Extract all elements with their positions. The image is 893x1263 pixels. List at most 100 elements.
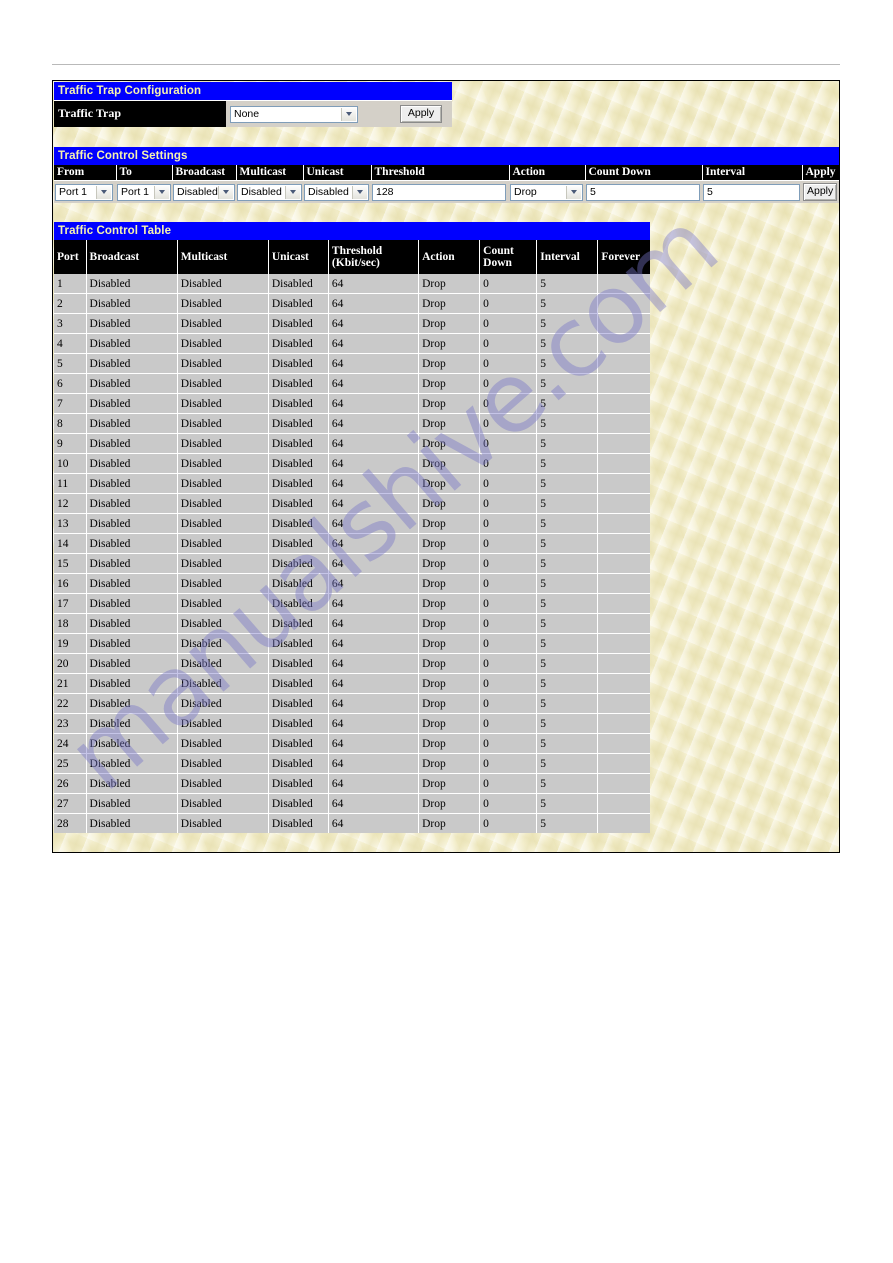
action-value: Drop — [514, 185, 537, 198]
cell-unicast: Disabled — [268, 533, 329, 554]
cell-interval: 5 — [536, 693, 599, 714]
th-threshold: Threshold (Kbit/sec) — [328, 240, 420, 274]
cell-broadcast: Disabled — [86, 453, 178, 474]
cell-unicast: Disabled — [268, 753, 329, 774]
cell-action: Drop — [418, 813, 481, 833]
settings-header-broadcast: Broadcast — [172, 165, 237, 181]
table-row: 20 Disabled Disabled Disabled 64 Drop 0 5 — [54, 653, 650, 674]
broadcast-select[interactable]: Disabled — [173, 183, 235, 201]
settings-apply-button[interactable]: Apply — [803, 183, 838, 202]
chevron-down-icon[interactable] — [341, 107, 356, 121]
cell-multicast: Disabled — [177, 553, 269, 574]
cell-interval: 5 — [536, 813, 599, 833]
cell-broadcast: Disabled — [86, 733, 178, 754]
settings-header-from: From — [54, 165, 117, 181]
cell-broadcast: Disabled — [86, 553, 178, 574]
cell-threshold: 64 — [328, 274, 420, 294]
cell-interval: 5 — [536, 713, 599, 734]
cell-interval: 5 — [536, 773, 599, 794]
chevron-down-icon[interactable] — [285, 185, 300, 199]
cell-action: Drop — [418, 413, 481, 434]
table-row: 19 Disabled Disabled Disabled 64 Drop 0 5 — [54, 633, 650, 654]
cell-port: 22 — [54, 693, 87, 714]
from-port-select[interactable]: Port 1 — [55, 183, 113, 201]
to-port-select[interactable]: Port 1 — [117, 183, 171, 201]
interval-input[interactable]: 5 — [703, 183, 800, 201]
cell-multicast: Disabled — [177, 473, 269, 494]
cell-count-down: 0 — [479, 693, 538, 714]
settings-control-row: Port 1 Port 1 Disabled Disabled Disabled… — [54, 180, 839, 203]
threshold-cell: 128 — [371, 180, 509, 203]
cell-broadcast: Disabled — [86, 813, 178, 833]
cell-port: 23 — [54, 713, 87, 734]
cell-interval: 5 — [536, 293, 599, 314]
cell-interval: 5 — [536, 274, 599, 294]
multicast-select[interactable]: Disabled — [237, 183, 302, 201]
cell-action: Drop — [418, 673, 481, 694]
cell-count-down: 0 — [479, 413, 538, 434]
interval-cell: 5 — [702, 180, 802, 203]
cell-broadcast: Disabled — [86, 693, 178, 714]
traffic-trap-select-value: None — [234, 107, 260, 120]
cell-multicast: Disabled — [177, 353, 269, 374]
cell-multicast: Disabled — [177, 653, 269, 674]
cell-threshold: 64 — [328, 353, 420, 374]
cell-multicast: Disabled — [177, 393, 269, 414]
count-down-input[interactable]: 5 — [586, 183, 700, 201]
cell-count-down: 0 — [479, 773, 538, 794]
th-port: Port — [54, 240, 87, 274]
cell-threshold: 64 — [328, 553, 420, 574]
cell-interval: 5 — [536, 533, 599, 554]
cell-count-down: 0 — [479, 753, 538, 774]
cell-threshold: 64 — [328, 313, 420, 334]
cell-port: 18 — [54, 613, 87, 634]
cell-multicast: Disabled — [177, 274, 269, 294]
chevron-down-icon[interactable] — [352, 185, 367, 199]
threshold-input[interactable]: 128 — [372, 183, 506, 201]
traffic-trap-apply-button[interactable]: Apply — [400, 105, 442, 123]
cell-interval: 5 — [536, 453, 599, 474]
cell-threshold: 64 — [328, 293, 420, 314]
cell-threshold: 64 — [328, 393, 420, 414]
cell-multicast: Disabled — [177, 773, 269, 794]
cell-action: Drop — [418, 633, 481, 654]
multicast-cell: Disabled — [236, 180, 303, 203]
chevron-down-icon[interactable] — [218, 185, 233, 199]
cell-broadcast: Disabled — [86, 713, 178, 734]
cell-forever — [597, 293, 650, 314]
cell-interval: 5 — [536, 373, 599, 394]
cell-unicast: Disabled — [268, 693, 329, 714]
unicast-select[interactable]: Disabled — [304, 183, 369, 201]
action-select[interactable]: Drop — [510, 183, 583, 201]
cell-broadcast: Disabled — [86, 513, 178, 534]
broadcast-value: Disabled — [177, 185, 218, 198]
chevron-down-icon[interactable] — [154, 185, 169, 199]
cell-forever — [597, 793, 650, 814]
cell-forever — [597, 313, 650, 334]
cell-threshold: 64 — [328, 413, 420, 434]
cell-threshold: 64 — [328, 733, 420, 754]
cell-unicast: Disabled — [268, 353, 329, 374]
cell-unicast: Disabled — [268, 813, 329, 833]
cell-action: Drop — [418, 433, 481, 454]
chevron-down-icon[interactable] — [566, 185, 581, 199]
cell-port: 20 — [54, 653, 87, 674]
table-row: 18 Disabled Disabled Disabled 64 Drop 0 5 — [54, 613, 650, 634]
cell-forever — [597, 353, 650, 374]
cell-action: Drop — [418, 353, 481, 374]
cell-port: 2 — [54, 293, 87, 314]
cell-multicast: Disabled — [177, 373, 269, 394]
th-threshold-line2: (Kbit/sec) — [331, 257, 380, 269]
settings-header-count-down: Count Down — [585, 165, 703, 181]
chevron-down-icon[interactable] — [96, 185, 111, 199]
cell-unicast: Disabled — [268, 733, 329, 754]
cell-broadcast: Disabled — [86, 274, 178, 294]
cell-port: 27 — [54, 793, 87, 814]
cell-multicast: Disabled — [177, 313, 269, 334]
cell-interval: 5 — [536, 493, 599, 514]
cell-count-down: 0 — [479, 813, 538, 833]
traffic-trap-select[interactable]: None — [230, 105, 358, 123]
cell-threshold: 64 — [328, 473, 420, 494]
cell-unicast: Disabled — [268, 713, 329, 734]
table-row: 21 Disabled Disabled Disabled 64 Drop 0 5 — [54, 673, 650, 694]
